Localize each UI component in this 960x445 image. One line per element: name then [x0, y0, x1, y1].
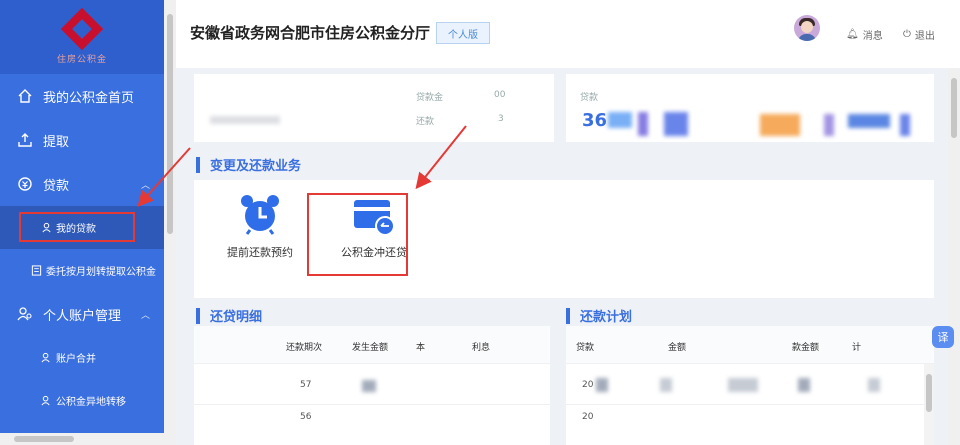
- sidebar: 住房公积金 我的公积金首页 提取 贷款 ︿ 我的贷款 委托按月划转提取公积金 个…: [0, 0, 164, 445]
- prepayment-appointment-button[interactable]: 提前还款预约: [212, 180, 308, 276]
- blurred-value: [824, 114, 834, 136]
- blurred-cell: [660, 378, 672, 392]
- table-cell: 57: [300, 380, 312, 390]
- loan-summary-card: 贷款金 00 还款 3: [194, 74, 554, 142]
- logout-link[interactable]: ⏻ 退出: [903, 27, 935, 42]
- sidebar-horizontal-scrollbar[interactable]: [0, 433, 164, 445]
- table-cell: 20: [582, 380, 594, 390]
- sidebar-item-label: 账户合并: [56, 354, 96, 365]
- loan-balance-card: 贷款 36: [566, 74, 934, 142]
- table-header: 还款期次 发生金额 本 利息: [194, 326, 550, 364]
- messages-link[interactable]: 🔔︎ 消息: [846, 27, 883, 42]
- column-header: 金额: [668, 343, 687, 353]
- user-group-icon: [16, 305, 34, 323]
- repaid-value: 3: [498, 114, 504, 124]
- column-header: 贷款: [576, 343, 595, 353]
- logo-icon: [60, 7, 104, 50]
- business-card: 提前还款预约 公积金冲还贷: [194, 180, 934, 298]
- sidebar-item-loan[interactable]: 贷款 ︿: [0, 162, 164, 206]
- table-header: 贷款 金额 款金额 计: [566, 326, 934, 364]
- sidebar-item-label: 个人账户管理: [43, 308, 122, 324]
- repay-plan-table: 贷款 金额 款金额 计 20 20: [566, 326, 934, 445]
- blurred-cell: [868, 378, 880, 392]
- loan-amount-value: 00: [494, 90, 506, 100]
- user-icon: [40, 352, 52, 364]
- column-header: 还款期次: [286, 343, 323, 353]
- annotation-highlight-repayment: [307, 193, 408, 276]
- page-title: 安徽省政务网合肥市住房公积金分厅: [190, 24, 431, 42]
- column-header: 计: [852, 343, 862, 353]
- blurred-text: [210, 116, 280, 124]
- repaid-label: 还款: [416, 117, 435, 127]
- column-header: 发生金额: [352, 343, 389, 353]
- sidebar-scrollbar[interactable]: [164, 0, 176, 445]
- blurred-cell: [596, 378, 608, 392]
- bell-icon: 🔔︎: [846, 29, 859, 40]
- sidebar-item-account-merge[interactable]: 账户合并: [0, 336, 164, 379]
- blurred-value: [900, 114, 910, 136]
- translate-button[interactable]: 译: [932, 326, 954, 348]
- sidebar-item-withdraw[interactable]: 提取: [0, 118, 164, 162]
- column-header: 本: [416, 343, 426, 353]
- loan-amount-label: 贷款金: [416, 93, 444, 103]
- loan-balance-amount: 36: [582, 110, 608, 131]
- chevron-up-icon: ︿: [140, 180, 150, 191]
- table-scrollbar[interactable]: [924, 364, 934, 445]
- sidebar-item-home[interactable]: 我的公积金首页: [0, 74, 164, 118]
- user-icon: [40, 395, 52, 407]
- blurred-cell: [362, 380, 376, 392]
- column-header: 利息: [472, 343, 491, 353]
- column-header: 款金额: [792, 343, 820, 353]
- version-badge-button[interactable]: 个人版: [436, 22, 490, 44]
- avatar[interactable]: [794, 15, 820, 41]
- repay-detail-table: 还款期次 发生金额 本 利息 57 56: [194, 326, 550, 445]
- sidebar-item-label: 提取: [43, 134, 70, 150]
- header: 安徽省政务网合肥市住房公积金分厅 个人版 🔔︎ 消息 ⏻ 退出: [176, 0, 960, 68]
- main-content: 贷款金 00 还款 3 贷款 36 变更及还款业务 提前还款预约 公积金冲还贷 …: [176, 68, 948, 445]
- sidebar-item-label: 公积金异地转移: [56, 397, 126, 408]
- logo-text: 住房公积金: [56, 54, 107, 65]
- repay-plan-title: 还款计划: [566, 306, 632, 325]
- sidebar-item-account[interactable]: 个人账户管理 ︿: [0, 292, 164, 336]
- table-cell: 56: [300, 412, 312, 422]
- annotation-highlight-my-loan: [19, 212, 135, 242]
- blurred-value: [638, 112, 648, 136]
- sidebar-item-remote-transfer[interactable]: 公积金异地转移: [0, 379, 164, 422]
- blurred-value: [608, 112, 632, 128]
- repay-detail-title: 还贷明细: [196, 306, 262, 325]
- document-icon: [30, 265, 42, 277]
- upload-icon: [16, 131, 34, 149]
- power-icon: ⏻: [903, 29, 911, 40]
- sidebar-item-label: 委托按月划转提取公积金: [46, 267, 156, 278]
- blurred-cell: [728, 378, 758, 392]
- loan-balance-label: 贷款: [580, 93, 599, 103]
- alarm-clock-icon: [241, 195, 279, 235]
- loan-icon: [16, 175, 34, 193]
- business-section-title: 变更及还款业务: [196, 155, 301, 174]
- sidebar-item-monthly-transfer[interactable]: 委托按月划转提取公积金: [0, 249, 164, 292]
- sidebar-item-label: 我的公积金首页: [43, 90, 135, 106]
- blurred-value: [664, 112, 688, 136]
- blurred-value: [848, 114, 890, 128]
- home-icon: [16, 87, 34, 105]
- app-root: 住房公积金 我的公积金首页 提取 贷款 ︿ 我的贷款 委托按月划转提取公积金 个…: [0, 0, 960, 445]
- logo: 住房公积金: [0, 0, 164, 74]
- blurred-value: [760, 114, 800, 136]
- table-cell: 20: [582, 412, 594, 422]
- chevron-up-icon: ︿: [140, 310, 150, 321]
- blurred-cell: [798, 378, 810, 392]
- page-scrollbar[interactable]: [948, 68, 960, 445]
- sidebar-item-label: 贷款: [43, 178, 70, 194]
